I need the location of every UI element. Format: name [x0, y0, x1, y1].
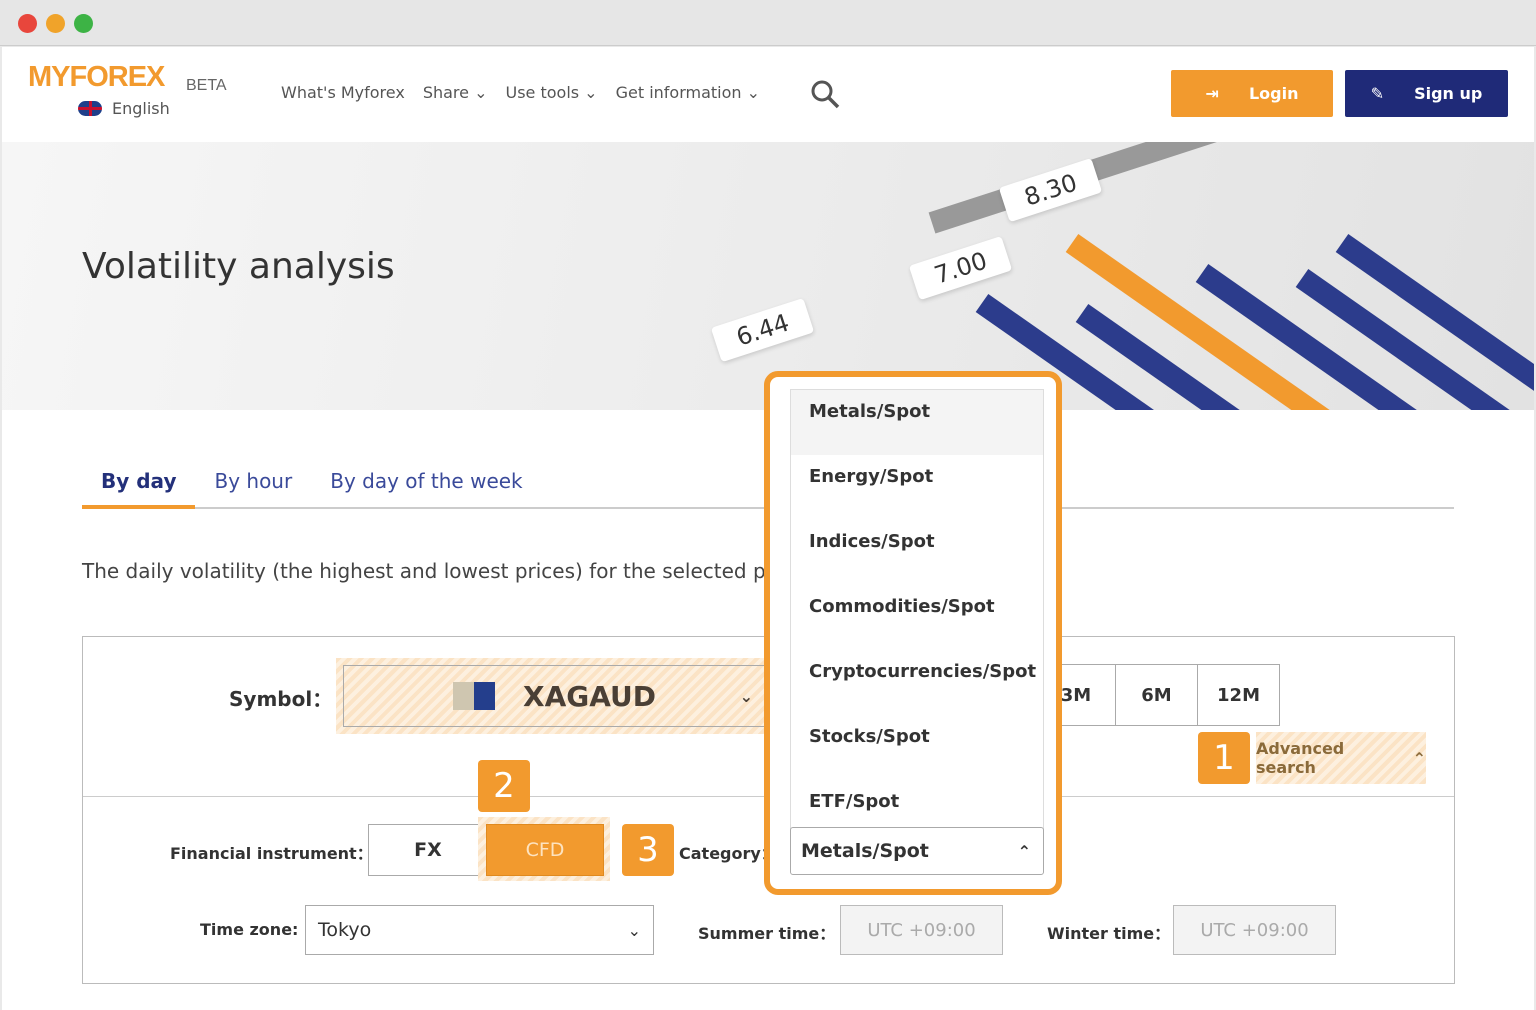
step-badge-1: 1 [1198, 732, 1250, 784]
category-option[interactable]: Energy/Spot [791, 455, 1043, 520]
search-icon[interactable] [810, 79, 840, 109]
minimize-window-icon[interactable] [46, 14, 65, 33]
nav-use-tools[interactable]: Use tools ⌄ [505, 83, 597, 102]
category-option[interactable]: Stocks/Spot [791, 715, 1043, 780]
logo[interactable]: MYFOREX [28, 61, 165, 94]
period-6m[interactable]: 6M [1115, 664, 1198, 726]
language-selector[interactable]: English [78, 99, 170, 118]
beta-label: BETA [186, 77, 227, 94]
site-header: MYFOREX BETA English What's Myforex Shar… [2, 47, 1534, 142]
hero-value-label: 8.30 [998, 157, 1103, 223]
description: The daily volatility (the highest and lo… [82, 559, 792, 583]
category-option[interactable]: Commodities/Spot [791, 585, 1043, 650]
cfd-button[interactable]: CFD [486, 824, 604, 876]
category-label: Category： [679, 844, 777, 863]
instrument-label: Financial instrument： [170, 844, 373, 863]
advanced-search-toggle[interactable]: Advanced search ⌃ [1256, 732, 1426, 784]
maximize-window-icon[interactable] [74, 14, 93, 33]
nav-share[interactable]: Share ⌄ [423, 83, 488, 102]
hero-value-label: 6.44 [710, 297, 815, 363]
tab-by-day-of-week[interactable]: By day of the week [311, 465, 541, 509]
timezone-select[interactable]: Tokyo ⌄ [305, 905, 654, 955]
symbol-select[interactable]: XAGAUD ⌄ [343, 665, 766, 727]
category-dropdown-highlight: Metals/Spot Energy/Spot Indices/Spot Com… [764, 371, 1062, 895]
category-option[interactable]: Metals/Spot [791, 390, 1043, 455]
category-option[interactable]: Indices/Spot [791, 520, 1043, 585]
tab-by-hour[interactable]: By hour [195, 465, 311, 509]
step-badge-3: 3 [622, 824, 674, 876]
category-option[interactable]: Cryptocurrencies/Spot [791, 650, 1043, 715]
step-badge-2: 2 [478, 760, 530, 812]
uk-flag-icon [78, 101, 102, 116]
chevron-down-icon: ⌄ [739, 686, 753, 706]
nav-whats-myforex[interactable]: What's Myforex [281, 83, 405, 102]
winter-time-value: UTC +09:00 [1173, 905, 1336, 955]
chevron-up-icon: ⌃ [1017, 841, 1031, 861]
pen-icon: ✎ [1370, 84, 1385, 103]
summer-time-value: UTC +09:00 [840, 905, 1003, 955]
chevron-down-icon: ⌄ [627, 920, 641, 940]
login-icon: ⇥ [1205, 84, 1219, 103]
page-title: Volatility analysis [82, 246, 395, 287]
tab-by-day[interactable]: By day [82, 465, 196, 509]
summer-time-label: Summer time： [698, 924, 836, 943]
signup-button[interactable]: ✎ Sign up [1345, 70, 1508, 117]
login-button[interactable]: ⇥ Login [1171, 70, 1333, 117]
silver-aud-flag-icon [452, 682, 495, 710]
timezone-label: Time zone: [200, 920, 299, 939]
hero-banner: 6.44 7.00 8.30 Volatility analysis [2, 142, 1534, 410]
language-label: English [112, 99, 170, 118]
category-select[interactable]: Metals/Spot ⌃ [790, 827, 1044, 875]
close-window-icon[interactable] [18, 14, 37, 33]
browser-chrome [0, 0, 1536, 46]
symbol-label: Symbol： [229, 687, 333, 711]
winter-time-label: Winter time： [1047, 924, 1171, 943]
fx-button[interactable]: FX [368, 824, 488, 876]
category-options: Metals/Spot Energy/Spot Indices/Spot Com… [790, 389, 1044, 845]
hero-value-label: 7.00 [908, 235, 1013, 301]
nav-get-information[interactable]: Get information ⌄ [616, 83, 760, 102]
period-12m[interactable]: 12M [1197, 664, 1280, 726]
